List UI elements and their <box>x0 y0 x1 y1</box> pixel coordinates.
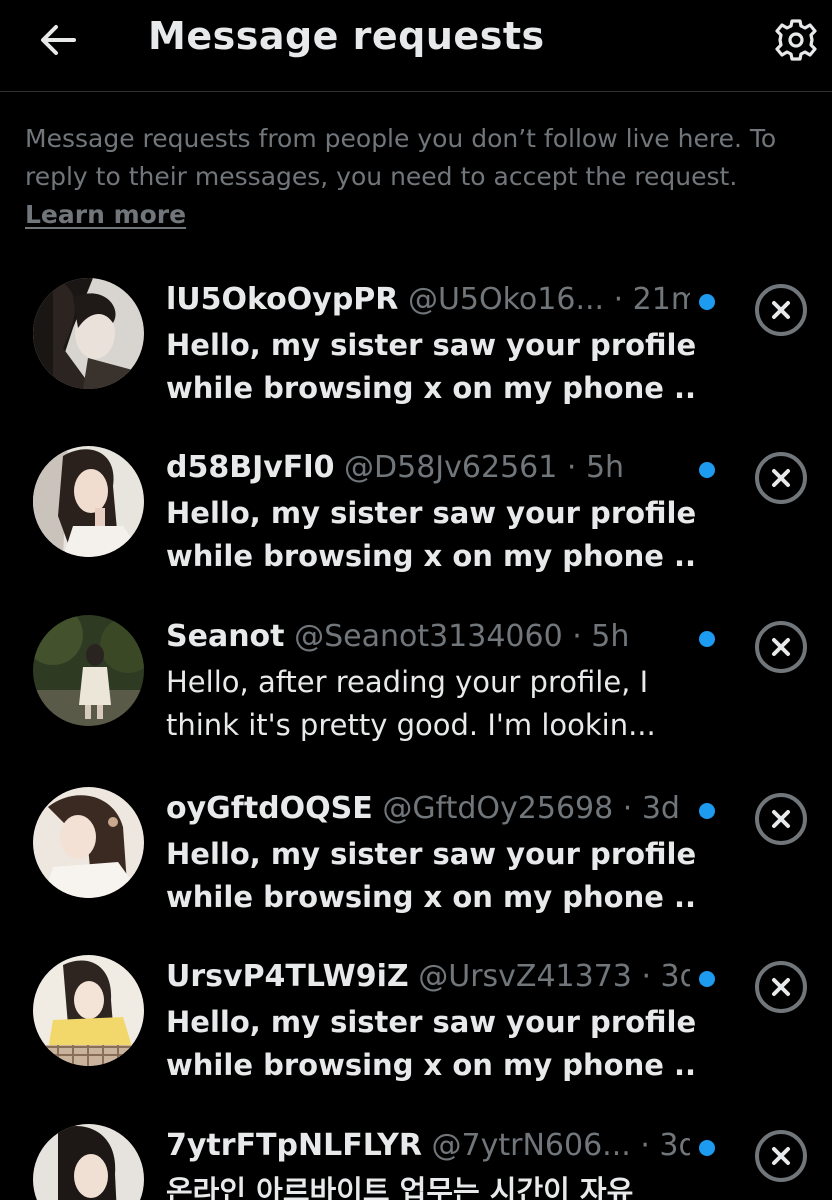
avatar[interactable] <box>33 615 144 726</box>
message-preview: Hello, after reading your profile, I thi… <box>166 661 696 747</box>
close-circle-icon <box>755 452 807 504</box>
request-item[interactable]: d58BJvFl0 @D58Jv62561 · 5h Hello, my sis… <box>0 446 832 614</box>
request-item[interactable]: Seanot @Seanot3134060 · 5h Hello, after … <box>0 615 832 783</box>
dismiss-button[interactable] <box>753 1128 809 1184</box>
info-line-2: reply to their messages, you need to acc… <box>25 162 738 191</box>
message-preview: Hello, my sister saw your profile while … <box>166 1001 696 1087</box>
unread-indicator <box>699 1140 715 1156</box>
request-item[interactable]: 7ytrFTpNLFLYR @7ytrN606... · 3d 온라인 아르바이… <box>0 1124 832 1200</box>
close-circle-icon <box>755 793 807 845</box>
handle: @GftdOy25698 <box>382 791 614 826</box>
arrow-left-icon <box>41 25 76 55</box>
display-name: oyGftdOQSE <box>166 791 373 826</box>
top-bar: Message requests <box>0 0 832 92</box>
unread-indicator <box>699 971 715 987</box>
message-line-2: while browsing x on my phone ... <box>166 371 696 405</box>
close-circle-icon <box>755 621 807 673</box>
display-name: UrsvP4TLW9iZ <box>166 959 409 994</box>
avatar[interactable] <box>33 446 144 557</box>
gear-icon <box>775 19 817 61</box>
message-line-1: Hello, after reading your profile, I <box>166 665 649 699</box>
sender-line: lU5OkoOypPR @U5Oko16... · 21m <box>166 282 690 318</box>
message-preview: Hello, my sister saw your profile while … <box>166 492 696 578</box>
dismiss-button[interactable] <box>753 282 809 338</box>
request-item[interactable]: UrsvP4TLW9iZ @UrsvZ41373 · 3d Hello, my … <box>0 955 832 1123</box>
unread-indicator <box>699 803 715 819</box>
dismiss-button[interactable] <box>753 959 809 1015</box>
timestamp: · 5h <box>566 450 625 485</box>
timestamp: · 3d <box>622 791 680 826</box>
sender-line: oyGftdOQSE @GftdOy25698 · 3d <box>166 791 690 827</box>
sender-line: Seanot @Seanot3134060 · 5h <box>166 619 690 655</box>
close-circle-icon <box>755 961 807 1013</box>
close-circle-icon <box>755 1130 807 1182</box>
message-line-1: Hello, my sister saw your profile <box>166 328 696 362</box>
avatar[interactable] <box>33 955 144 1066</box>
message-preview: Hello, my sister saw your profile while … <box>166 833 696 919</box>
sender-line: d58BJvFl0 @D58Jv62561 · 5h <box>166 450 690 486</box>
back-button[interactable] <box>36 18 80 62</box>
sender-line: UrsvP4TLW9iZ @UrsvZ41373 · 3d <box>166 959 690 995</box>
message-line-1: Hello, my sister saw your profile <box>166 1005 696 1039</box>
message-preview: Hello, my sister saw your profile while … <box>166 324 696 410</box>
display-name: d58BJvFl0 <box>166 450 335 485</box>
message-line-2: while browsing x on my phone ... <box>166 880 696 914</box>
handle: @U5Oko16... <box>407 282 605 317</box>
unread-indicator <box>699 462 715 478</box>
dismiss-button[interactable] <box>753 791 809 847</box>
avatar[interactable] <box>33 1124 144 1200</box>
handle: @7ytrN606... <box>431 1128 631 1163</box>
message-line-2: while browsing x on my phone ... <box>166 539 696 573</box>
handle: @D58Jv62561 <box>344 450 558 485</box>
request-item[interactable]: oyGftdOQSE @GftdOy25698 · 3d Hello, my s… <box>0 787 832 955</box>
timestamp: · 3d <box>641 959 690 994</box>
message-line-2: while browsing x on my phone ... <box>166 1048 696 1082</box>
close-circle-icon <box>755 284 807 336</box>
message-line-1: 온라인 아르바이트 업무는 시간이 자유 <box>166 1174 634 1200</box>
display-name: Seanot <box>166 619 285 654</box>
request-item[interactable]: lU5OkoOypPR @U5Oko16... · 21m Hello, my … <box>0 278 832 446</box>
display-name: lU5OkoOypPR <box>166 282 399 317</box>
learn-more-link[interactable]: Learn more <box>25 196 186 234</box>
unread-indicator <box>699 631 715 647</box>
settings-button[interactable] <box>770 14 822 66</box>
message-preview: 온라인 아르바이트 업무는 시간이 자유 <box>166 1170 696 1200</box>
message-line-2: think it's pretty good. I'm lookin... <box>166 708 656 742</box>
avatar[interactable] <box>33 278 144 389</box>
sender-line: 7ytrFTpNLFLYR @7ytrN606... · 3d <box>166 1128 690 1164</box>
avatar[interactable] <box>33 787 144 898</box>
timestamp: · 21m <box>613 282 690 317</box>
message-line-1: Hello, my sister saw your profile <box>166 496 696 530</box>
dismiss-button[interactable] <box>753 450 809 506</box>
info-line-1: Message requests from people you don’t f… <box>25 124 777 153</box>
timestamp: · 5h <box>572 619 630 654</box>
page-title: Message requests <box>148 14 545 58</box>
handle: @Seanot3134060 <box>294 619 563 654</box>
timestamp: · 3d <box>640 1128 690 1163</box>
message-line-1: Hello, my sister saw your profile <box>166 837 696 871</box>
unread-indicator <box>699 294 715 310</box>
dismiss-button[interactable] <box>753 619 809 675</box>
display-name: 7ytrFTpNLFLYR <box>166 1128 422 1163</box>
handle: @UrsvZ41373 <box>418 959 632 994</box>
info-text: Message requests from people you don’t f… <box>25 120 825 234</box>
